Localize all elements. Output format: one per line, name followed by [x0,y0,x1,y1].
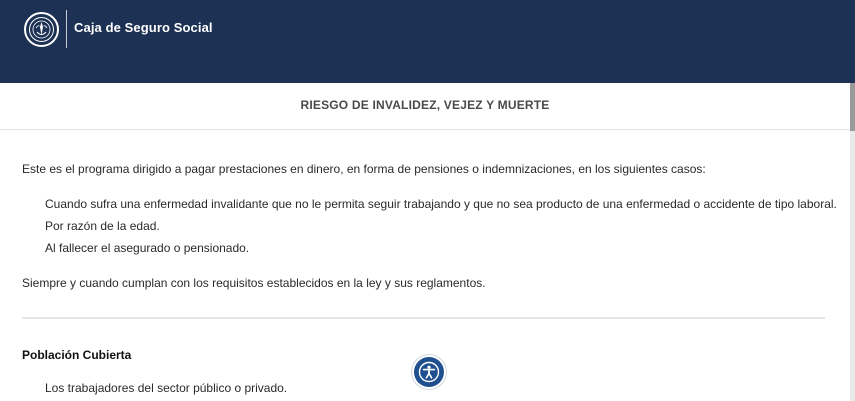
brand-name[interactable]: Caja de Seguro Social [74,20,213,35]
header-divider [66,10,67,48]
coverage-heading: Población Cubierta [22,348,132,362]
closing-paragraph: Siempre y cuando cumplan con los requisi… [22,276,486,290]
site-header: Caja de Seguro Social [0,0,855,83]
case-item: Al fallecer el asegurado o pensionado. [45,241,250,255]
page-title: RIESGO DE INVALIDEZ, VEJEZ Y MUERTE [300,98,550,112]
intro-paragraph: Este es el programa dirigido a pagar pre… [22,162,706,176]
accessibility-button[interactable] [412,355,446,389]
css-seal-logo-icon[interactable] [24,12,59,47]
case-item: Cuando sufra una enfermedad invalidante … [45,197,837,211]
list-item: Los trabajadores del sector público o pr… [45,381,288,395]
accessibility-person-icon [414,357,444,387]
page-title-bar: RIESGO DE INVALIDEZ, VEJEZ Y MUERTE [0,83,850,130]
section-divider [22,317,825,319]
scrollbar-thumb[interactable] [850,83,855,131]
case-item: Por razón de la edad. [45,219,160,233]
